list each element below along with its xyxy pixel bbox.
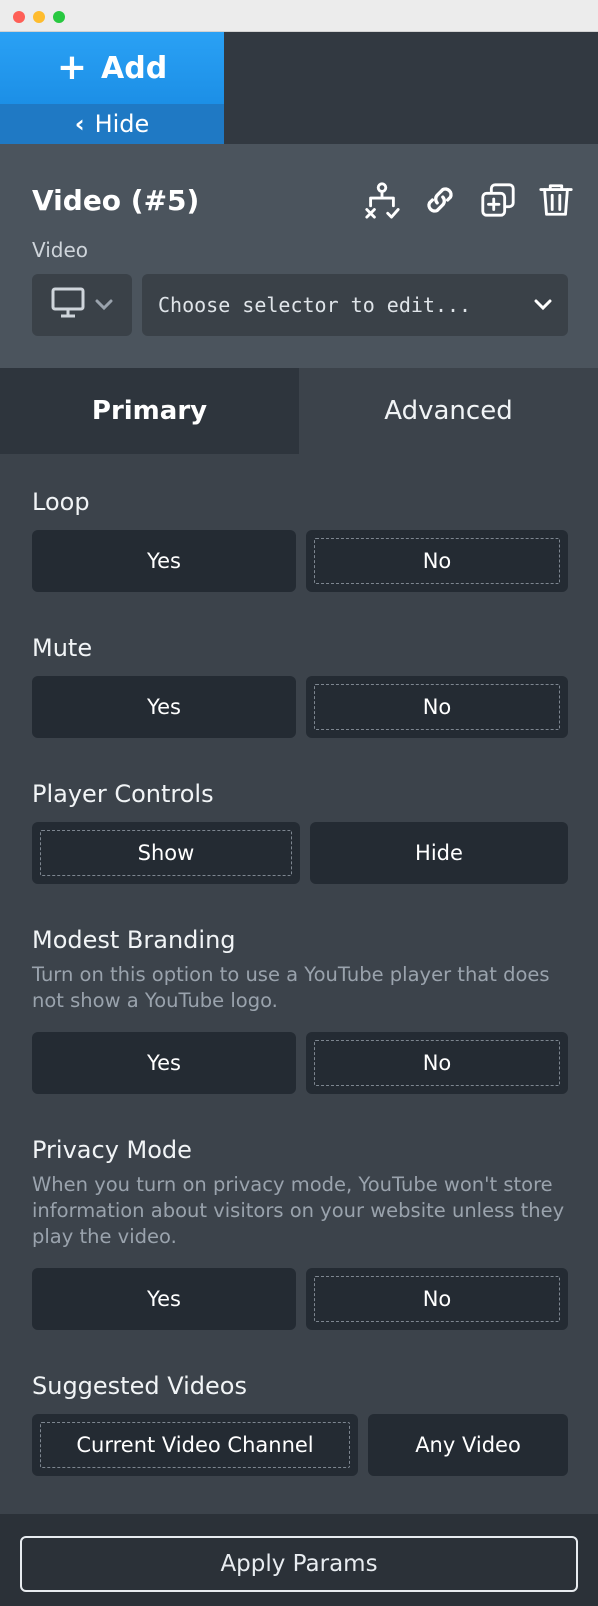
duplicate-icon[interactable] (478, 180, 518, 220)
loop-yes-button[interactable]: Yes (32, 530, 296, 592)
privacy-mode-options: Yes No (32, 1268, 568, 1330)
selector-dropdown[interactable]: Choose selector to edit... (142, 274, 568, 336)
mute-yes-button[interactable]: Yes (32, 676, 296, 738)
suggested-videos-options: Current Video Channel Any Video (32, 1414, 568, 1476)
field-suggested-videos: Suggested Videos (32, 1372, 568, 1400)
suggested-any-video-button[interactable]: Any Video (368, 1414, 568, 1476)
device-selector[interactable] (32, 274, 132, 336)
field-label: Suggested Videos (32, 1372, 247, 1400)
element-type-label: Video (32, 238, 89, 262)
minimize-window-button[interactable] (33, 11, 45, 23)
tab-advanced[interactable]: Advanced (299, 368, 598, 454)
field-mute: Mute (32, 634, 568, 662)
modest-branding-options: Yes No (32, 1032, 568, 1094)
branding-no-button[interactable]: No (306, 1032, 568, 1094)
loop-options: Yes No (32, 530, 568, 592)
add-button[interactable]: + Add (0, 32, 224, 104)
trash-icon[interactable] (536, 180, 576, 220)
mute-options: Yes No (32, 676, 568, 738)
loop-no-button[interactable]: No (306, 530, 568, 592)
field-label: Player Controls (32, 780, 214, 808)
element-title: Video (#5) (32, 184, 200, 217)
privacy-yes-button[interactable]: Yes (32, 1268, 296, 1330)
hide-button[interactable]: ‹ Hide (0, 104, 224, 144)
field-label: Loop (32, 488, 90, 516)
desktop-icon (51, 287, 85, 323)
field-label: Privacy Mode (32, 1136, 192, 1164)
branding-yes-button[interactable]: Yes (32, 1032, 296, 1094)
field-privacy-mode: Privacy Mode When you turn on privacy mo… (32, 1136, 568, 1250)
selector-placeholder: Choose selector to edit... (158, 293, 472, 317)
title-bar (0, 0, 598, 32)
add-label: Add (101, 50, 168, 86)
header-actions (362, 180, 576, 220)
app-window: + Add ‹ Hide Video (#5) Video Choose sel… (0, 0, 598, 1606)
field-player-controls: Player Controls (32, 780, 568, 808)
chevron-down-icon (95, 296, 113, 315)
chevron-left-icon: ‹ (74, 110, 85, 138)
top-bar: + Add ‹ Hide (0, 32, 598, 144)
footer: Apply Params (0, 1514, 598, 1606)
field-loop: Loop (32, 488, 568, 516)
controls-show-button[interactable]: Show (32, 822, 300, 884)
plus-icon: + (56, 47, 87, 88)
field-label: Modest Branding (32, 926, 236, 954)
apply-params-button[interactable]: Apply Params (20, 1536, 578, 1592)
privacy-no-button[interactable]: No (306, 1268, 568, 1330)
maximize-window-button[interactable] (53, 11, 65, 23)
field-description: When you turn on privacy mode, YouTube w… (32, 1173, 565, 1248)
field-label: Mute (32, 634, 93, 662)
hide-label: Hide (94, 110, 150, 138)
field-description: Turn on this option to use a YouTube pla… (32, 963, 550, 1012)
player-controls-options: Show Hide (32, 822, 568, 884)
tab-primary[interactable]: Primary (0, 368, 299, 454)
chevron-down-icon (534, 296, 552, 315)
element-header: Video (#5) Video Choose selector to edit… (0, 144, 598, 368)
controls-hide-button[interactable]: Hide (310, 822, 568, 884)
structure-icon[interactable] (362, 180, 402, 220)
mute-no-button[interactable]: No (306, 676, 568, 738)
tab-bar: Primary Advanced (0, 368, 598, 454)
close-window-button[interactable] (13, 11, 25, 23)
link-icon[interactable] (420, 180, 460, 220)
field-modest-branding: Modest Branding Turn on this option to u… (32, 926, 568, 1014)
suggested-current-channel-button[interactable]: Current Video Channel (32, 1414, 358, 1476)
